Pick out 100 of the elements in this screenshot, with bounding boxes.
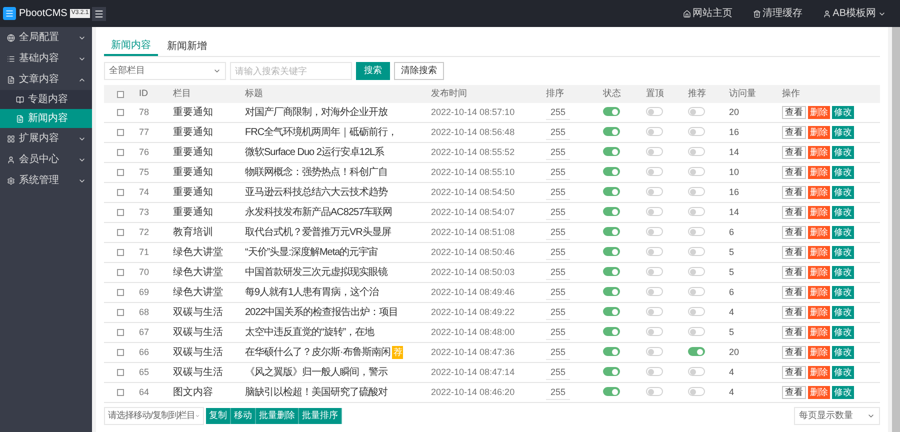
- toggle-switch[interactable]: [603, 247, 620, 256]
- batch-button[interactable]: 移动: [231, 408, 256, 424]
- toggle-switch[interactable]: [646, 187, 663, 196]
- row-checkbox[interactable]: [116, 169, 124, 176]
- action-button[interactable]: 修改: [832, 126, 854, 139]
- action-button[interactable]: 查看: [782, 166, 806, 179]
- action-button[interactable]: 删除: [808, 286, 830, 299]
- row-checkbox[interactable]: [116, 129, 124, 136]
- sort-field[interactable]: 255: [546, 106, 570, 120]
- toggle-switch[interactable]: [646, 247, 663, 256]
- row-checkbox[interactable]: [116, 309, 124, 316]
- batch-button[interactable]: 复制: [206, 408, 231, 424]
- sidebar-item[interactable]: 扩展内容: [0, 128, 92, 149]
- action-button[interactable]: 查看: [782, 106, 806, 119]
- row-checkbox[interactable]: [116, 289, 124, 296]
- toggle-switch[interactable]: [688, 327, 705, 336]
- action-button[interactable]: 查看: [782, 286, 806, 299]
- sort-field[interactable]: 255: [546, 226, 570, 240]
- action-button[interactable]: 查看: [782, 206, 806, 219]
- row-checkbox[interactable]: [116, 389, 124, 396]
- action-button[interactable]: 删除: [808, 386, 830, 399]
- action-button[interactable]: 修改: [832, 366, 854, 379]
- sort-field[interactable]: 255: [546, 246, 570, 260]
- toggle-switch[interactable]: [688, 247, 705, 256]
- sort-field[interactable]: 255: [546, 366, 570, 380]
- scrollbar[interactable]: [892, 27, 900, 432]
- action-button[interactable]: 查看: [782, 326, 806, 339]
- action-button[interactable]: 修改: [832, 146, 854, 159]
- action-button[interactable]: 删除: [808, 106, 830, 119]
- action-button[interactable]: 修改: [832, 226, 854, 239]
- toggle-switch[interactable]: [688, 287, 705, 296]
- toggle-switch[interactable]: [646, 287, 663, 296]
- toggle-switch[interactable]: [688, 127, 705, 136]
- action-button[interactable]: 删除: [808, 226, 830, 239]
- action-button[interactable]: 删除: [808, 366, 830, 379]
- action-button[interactable]: 查看: [782, 226, 806, 239]
- row-checkbox[interactable]: [116, 249, 124, 256]
- sort-field[interactable]: 255: [546, 386, 570, 400]
- action-button[interactable]: 查看: [782, 266, 806, 279]
- sort-field[interactable]: 255: [546, 286, 570, 300]
- toggle-switch[interactable]: [603, 167, 620, 176]
- toggle-switch[interactable]: [646, 167, 663, 176]
- action-button[interactable]: 修改: [832, 386, 854, 399]
- sidebar-item[interactable]: 文章内容: [0, 69, 92, 90]
- row-checkbox[interactable]: [116, 109, 124, 116]
- tab[interactable]: 新闻新增: [160, 37, 214, 56]
- action-button[interactable]: 查看: [782, 346, 806, 359]
- sort-field[interactable]: 255: [546, 306, 570, 320]
- sidebar-item[interactable]: 会员中心: [0, 149, 92, 170]
- sort-field[interactable]: 255: [546, 186, 570, 200]
- move-copy-select[interactable]: 请选择移动/复制到栏目: [104, 407, 204, 425]
- toggle-switch[interactable]: [603, 207, 620, 216]
- header-link[interactable]: AB模板网: [832, 6, 876, 21]
- action-button[interactable]: 修改: [832, 186, 854, 199]
- header-link[interactable]: 清理缓存: [762, 6, 803, 21]
- toggle-switch[interactable]: [603, 287, 620, 296]
- action-button[interactable]: 修改: [832, 206, 854, 219]
- action-button[interactable]: 删除: [808, 146, 830, 159]
- toggle-switch[interactable]: [688, 267, 705, 276]
- sidebar-item[interactable]: 系统管理: [0, 170, 92, 191]
- toggle-switch[interactable]: [688, 107, 705, 116]
- action-button[interactable]: 修改: [832, 246, 854, 259]
- toggle-switch[interactable]: [688, 347, 705, 356]
- toggle-switch[interactable]: [646, 307, 663, 316]
- category-select[interactable]: 全部栏目: [104, 62, 226, 80]
- action-button[interactable]: 删除: [808, 346, 830, 359]
- row-checkbox[interactable]: [116, 369, 124, 376]
- sort-field[interactable]: 255: [546, 266, 570, 280]
- toggle-switch[interactable]: [603, 147, 620, 156]
- sort-field[interactable]: 255: [546, 346, 570, 360]
- toggle-switch[interactable]: [603, 387, 620, 396]
- sidebar-item[interactable]: 基础内容: [0, 48, 92, 69]
- batch-button[interactable]: 批量删除: [256, 408, 299, 424]
- row-checkbox[interactable]: [116, 149, 124, 156]
- toggle-switch[interactable]: [646, 387, 663, 396]
- toggle-switch[interactable]: [603, 307, 620, 316]
- toggle-switch[interactable]: [603, 267, 620, 276]
- clear-search-button[interactable]: 清除搜索: [394, 62, 444, 80]
- select-all-checkbox[interactable]: [116, 90, 124, 98]
- action-button[interactable]: 删除: [808, 126, 830, 139]
- toggle-switch[interactable]: [646, 347, 663, 356]
- action-button[interactable]: 查看: [782, 186, 806, 199]
- toggle-switch[interactable]: [688, 387, 705, 396]
- action-button[interactable]: 修改: [832, 266, 854, 279]
- action-button[interactable]: 修改: [832, 306, 854, 319]
- sidebar-subitem[interactable]: 新闻内容: [0, 109, 92, 128]
- action-button[interactable]: 查看: [782, 306, 806, 319]
- toggle-switch[interactable]: [688, 187, 705, 196]
- row-checkbox[interactable]: [116, 229, 124, 236]
- sort-field[interactable]: 255: [546, 146, 570, 160]
- sort-field[interactable]: 255: [546, 166, 570, 180]
- menu-button[interactable]: [92, 6, 106, 20]
- toggle-switch[interactable]: [646, 147, 663, 156]
- action-button[interactable]: 删除: [808, 326, 830, 339]
- action-button[interactable]: 查看: [782, 146, 806, 159]
- action-button[interactable]: 修改: [832, 326, 854, 339]
- toggle-switch[interactable]: [688, 307, 705, 316]
- action-button[interactable]: 删除: [808, 306, 830, 319]
- row-checkbox[interactable]: [116, 269, 124, 276]
- toggle-switch[interactable]: [603, 327, 620, 336]
